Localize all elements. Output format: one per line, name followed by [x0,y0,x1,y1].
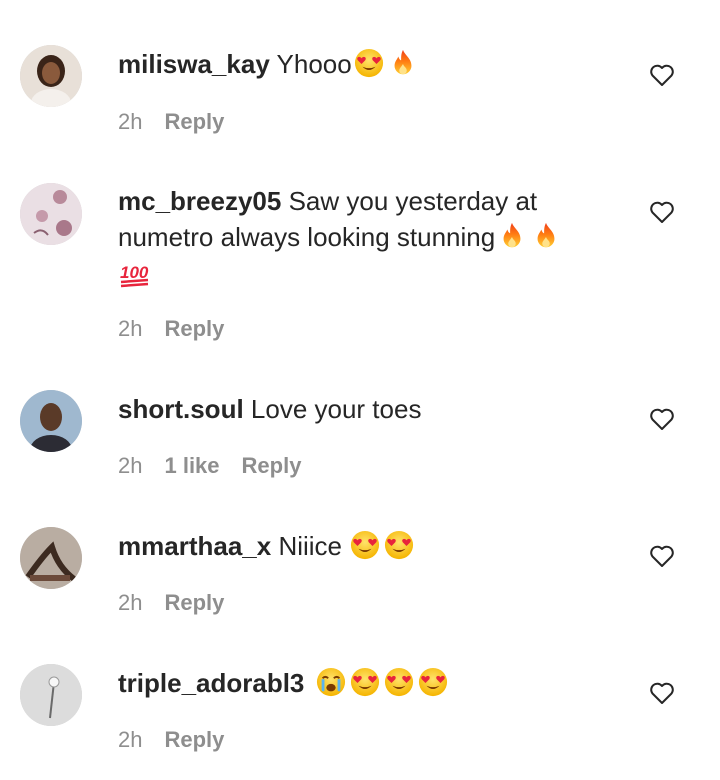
comment-time: 2h [118,316,143,341]
comment-meta: 2h Reply [118,588,224,618]
like-heart-icon[interactable] [649,681,675,705]
comment-username[interactable]: short.soul [118,394,244,424]
comment-meta: 2h Reply [118,725,224,755]
comment-text: Yhooo [276,49,352,79]
comment-username[interactable]: mc_breezy05 [118,186,281,216]
comment-meta: 2h Reply [118,314,224,344]
avatar[interactable] [20,183,82,245]
avatar[interactable] [20,664,82,726]
crying-emoji-icon [316,667,346,697]
comment-time: 2h [118,590,143,615]
fire-emoji-icon [531,221,561,251]
like-heart-icon[interactable] [649,63,675,87]
reply-button[interactable]: Reply [242,453,302,478]
comment-text: Niiice [278,531,343,561]
reply-button[interactable]: Reply [164,109,224,134]
likes-count[interactable]: 1 like [164,453,219,478]
comment-username[interactable]: mmarthaa_x [118,531,271,561]
reply-button[interactable]: Reply [164,590,224,615]
heart-eyes-emoji-icon [350,530,380,560]
heart-eyes-emoji-icon [384,530,414,560]
comment-body: mc_breezy05 Saw you yesterday at numetro… [118,183,618,291]
comment-body: triple_adorabl3 [118,665,618,701]
comment-time: 2h [118,109,143,134]
comment-time: 2h [118,453,143,478]
heart-eyes-emoji-icon [418,667,448,697]
comment-time: 2h [118,727,143,752]
comment-body: miliswa_kay Yhooo [118,46,618,82]
comment-meta: 2h Reply [118,107,224,137]
fire-emoji-icon [497,221,527,251]
avatar[interactable] [20,45,82,107]
comment-body: short.soul Love your toes [118,391,618,427]
avatar[interactable] [20,390,82,452]
comment-body: mmarthaa_x Niiice [118,528,618,564]
reply-button[interactable]: Reply [164,727,224,752]
heart-eyes-emoji-icon [350,667,380,697]
avatar[interactable] [20,527,82,589]
heart-eyes-emoji-icon [384,667,414,697]
comment-text: Love your toes [250,394,422,424]
like-heart-icon[interactable] [649,200,675,224]
comment-username[interactable]: miliswa_kay [118,49,270,79]
hundred-points-emoji-icon: 100 [118,258,152,288]
fire-emoji-icon [388,48,418,78]
comment-username[interactable]: triple_adorabl3 [118,668,304,698]
comment-meta: 2h 1 like Reply [118,451,301,481]
like-heart-icon[interactable] [649,544,675,568]
heart-eyes-emoji-icon [354,48,384,78]
like-heart-icon[interactable] [649,407,675,431]
reply-button[interactable]: Reply [164,316,224,341]
